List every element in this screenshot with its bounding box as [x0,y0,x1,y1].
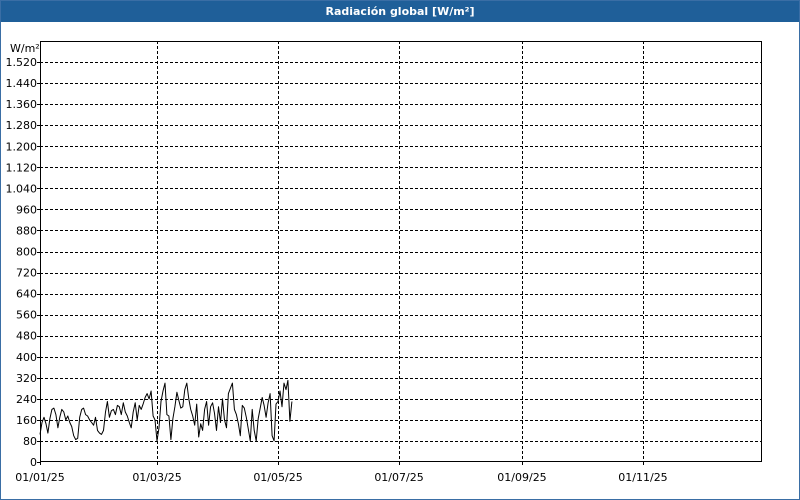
y-axis-unit-label: W/m² [10,42,40,55]
y-tick-label: 240 [16,393,37,406]
x-tick-label: 01/11/25 [618,471,667,484]
x-tick-label: 01/07/25 [374,471,423,484]
y-tick-label: 1.440 [6,77,38,90]
y-tick-label: 1.120 [6,161,38,174]
y-tick-label: 320 [16,372,37,385]
y-tick-label: 560 [16,309,37,322]
y-tick-label: 1.520 [6,56,38,69]
y-tick-label: 720 [16,267,37,280]
x-tick-label: 01/05/25 [253,471,302,484]
y-tick-label: 160 [16,414,37,427]
y-tick-label: 640 [16,288,37,301]
y-tick-label: 1.200 [6,140,38,153]
x-tick-label: 01/09/25 [497,471,546,484]
chart-window: Radiación global [W/m²] W/m² 0 80 160 240 32… [0,0,800,500]
y-tick-label: 1.280 [6,119,38,132]
y-tick-label: 0 [30,456,37,469]
x-tick-label: 01/03/25 [132,471,181,484]
y-tick-label: 800 [16,246,37,259]
y-tick-label: 1.360 [6,98,38,111]
y-tick-label: 880 [16,224,37,237]
y-tick-label: 400 [16,351,37,364]
y-tick-label: 960 [16,203,37,216]
line-chart: W/m² 0 80 160 240 320 400 480 560 640 720 800 880 96… [6,41,762,484]
y-tick-label: 80 [23,435,37,448]
y-tick-label: 1.040 [6,182,38,195]
x-tick-label: 01/01/25 [15,471,64,484]
y-tick-label: 480 [16,330,37,343]
